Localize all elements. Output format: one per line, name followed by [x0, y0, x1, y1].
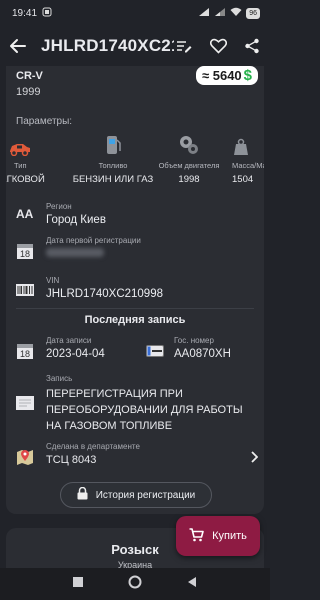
wifi-icon — [230, 7, 242, 20]
notification-icon — [42, 7, 52, 20]
price-value: ≈ 5640 — [201, 68, 242, 83]
record-block: Запись ПЕРЕРЕГИСТРАЦИЯ ПРИ ПЕРЕОБОРУДОВА… — [16, 374, 256, 434]
record-date-label: Дата записи — [46, 336, 92, 345]
calendar-icon: 18 — [16, 342, 34, 365]
svg-text:18: 18 — [20, 249, 30, 259]
back-arrow-icon[interactable] — [8, 36, 27, 56]
param-mass-value: 1504 — [232, 174, 254, 185]
params-row: Тип ЛЕГКОВОЙ Топливо БЕНЗИН ИЛИ ГАЗ Объе… — [6, 132, 264, 192]
currency-dollar-icon: $ — [243, 67, 252, 84]
param-fuel: Топливо БЕНЗИН ИЛИ ГАЗ — [68, 132, 158, 185]
registration-history-button[interactable]: История регистрации — [60, 482, 212, 508]
department-label: Сделана в департаменте — [46, 442, 140, 451]
back-triangle-icon[interactable] — [186, 575, 198, 593]
home-icon[interactable] — [128, 575, 142, 594]
license-plate-icon — [146, 344, 164, 362]
lock-icon — [77, 486, 88, 503]
calendar-icon: 18 — [16, 242, 34, 260]
signal-icon — [198, 7, 210, 20]
plate-label: Гос. номер — [174, 336, 214, 345]
first-registration-row: 18 Дата первой регистрации — [16, 236, 256, 272]
map-pin-icon — [16, 448, 34, 471]
region-label: Регион — [46, 202, 72, 211]
vehicle-info-card: CR-V 1999 ≈ 5640 $ Параметры: Тип ЛЕГКОВ… — [6, 66, 264, 514]
param-mass: Масса/Max 1504 — [232, 132, 264, 185]
page-title: JHLRD1740XC21... — [41, 36, 174, 55]
car-model: CR-V — [16, 70, 43, 82]
edit-list-icon[interactable] — [174, 36, 194, 56]
share-icon[interactable] — [242, 36, 262, 56]
app-bar: JHLRD1740XC21... — [0, 26, 270, 66]
buy-button[interactable]: Купить — [176, 516, 260, 556]
engine-gears-icon — [156, 132, 222, 156]
vin-value: JHLRD1740XC210998 — [46, 288, 163, 300]
param-type-label: Тип — [14, 161, 27, 170]
region-value: Город Киев — [46, 214, 106, 226]
params-label: Параметры: — [16, 116, 73, 127]
chevron-right-icon — [250, 450, 259, 468]
recents-icon[interactable] — [72, 575, 84, 593]
status-bar: 19:41 96 — [0, 0, 270, 26]
record-text: ПЕРЕРЕГИСТРАЦИЯ ПРИ ПЕРЕОБОРУДОВАНИИ ДЛЯ… — [46, 386, 243, 434]
record-label: Запись — [46, 374, 73, 383]
buy-label: Купить — [212, 530, 247, 542]
system-nav-bar — [0, 568, 270, 600]
favorite-heart-icon[interactable] — [208, 36, 228, 56]
weight-icon — [232, 132, 264, 156]
signal-icon-2 — [214, 7, 226, 20]
region-code-icon: AA — [16, 207, 34, 221]
record-date-value: 2023-04-04 — [46, 348, 105, 360]
region-row: AA Регион Город Киев — [16, 202, 256, 238]
first-registration-value-blurred — [46, 248, 104, 260]
param-mass-label: Масса/Max — [232, 161, 264, 170]
param-type: Тип ЛЕГКОВОЙ — [6, 132, 45, 185]
vin-row: VIN JHLRD1740XC210998 — [16, 276, 256, 312]
barcode-icon — [16, 282, 34, 300]
param-engine-label: Объем двигателя — [158, 161, 220, 170]
price-badge[interactable]: ≈ 5640 $ — [195, 66, 258, 85]
registration-history-label: История регистрации — [95, 489, 196, 501]
param-engine-value: 1998 — [178, 174, 200, 185]
plate-block: Гос. номер AA0870XH — [146, 336, 261, 370]
first-registration-label: Дата первой регистрации — [46, 236, 141, 245]
status-time: 19:41 — [12, 7, 38, 19]
department-value: ТСЦ 8043 — [46, 454, 97, 466]
record-line: ПЕРЕОБОРУДОВАНИИ ДЛЯ РАБОТЫ — [46, 404, 243, 416]
record-line: НА ГАЗОВОМ ТОПЛИВЕ — [46, 420, 173, 432]
divider — [16, 308, 254, 309]
param-engine: Объем двигателя 1998 — [156, 132, 222, 185]
param-type-value: ЛЕГКОВОЙ — [6, 174, 45, 185]
cart-icon — [189, 527, 204, 545]
document-icon — [16, 396, 34, 415]
department-row[interactable]: Сделана в департаменте ТСЦ 8043 — [16, 442, 259, 472]
battery-indicator: 96 — [246, 7, 260, 19]
record-date-block: 18 Дата записи 2023-04-04 — [16, 336, 136, 370]
fuel-pump-icon — [68, 132, 158, 156]
param-fuel-value: БЕНЗИН ИЛИ ГАЗ — [72, 174, 154, 185]
param-fuel-label: Топливо — [98, 161, 128, 170]
plate-value: AA0870XH — [174, 348, 231, 360]
car-year: 1999 — [16, 86, 41, 98]
car-icon — [6, 132, 42, 156]
last-record-title: Последняя запись — [84, 314, 186, 326]
svg-text:18: 18 — [20, 349, 30, 359]
record-line: ПЕРЕРЕГИСТРАЦИЯ ПРИ — [46, 388, 183, 400]
vin-label: VIN — [46, 276, 60, 285]
